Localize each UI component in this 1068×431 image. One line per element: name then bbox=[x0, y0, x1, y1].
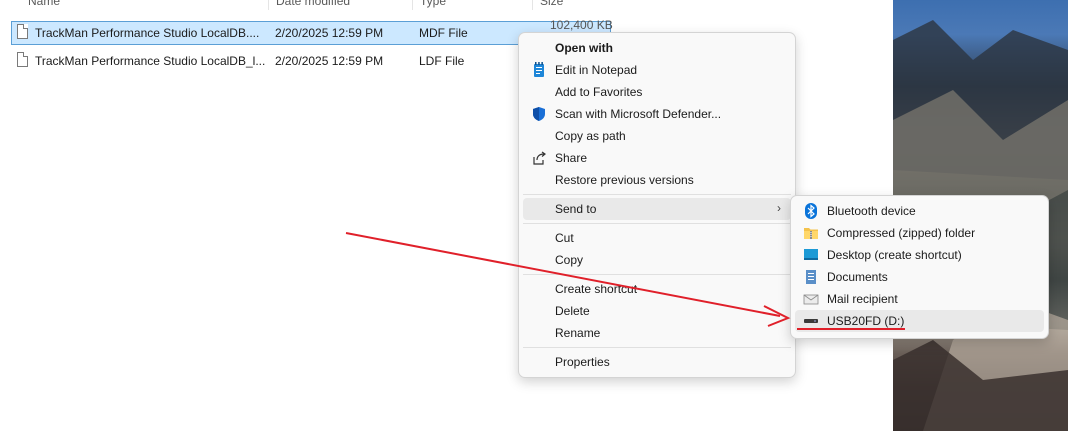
menu-label: Compressed (zipped) folder bbox=[827, 226, 976, 240]
menu-separator bbox=[523, 347, 791, 348]
documents-icon bbox=[806, 270, 816, 284]
column-name[interactable]: Name bbox=[28, 0, 60, 8]
file-icon bbox=[17, 52, 28, 67]
menu-label: Desktop (create shortcut) bbox=[827, 248, 962, 262]
desktop-icon bbox=[804, 249, 818, 260]
menu-label: Copy bbox=[555, 253, 584, 267]
file-type: LDF File bbox=[419, 54, 465, 68]
submenu-item-mail-recipient[interactable]: Mail recipient bbox=[795, 288, 1044, 310]
menu-item-cut[interactable]: Cut bbox=[523, 227, 791, 249]
bluetooth-icon bbox=[805, 203, 817, 219]
menu-item-share[interactable]: Share bbox=[523, 147, 791, 169]
menu-item-add-favorites[interactable]: Add to Favorites bbox=[523, 81, 791, 103]
menu-label: Bluetooth device bbox=[827, 204, 916, 218]
menu-separator bbox=[523, 194, 791, 195]
menu-item-scan-defender[interactable]: Scan with Microsoft Defender... bbox=[523, 103, 791, 125]
file-name: TrackMan Performance Studio LocalDB_l... bbox=[35, 54, 266, 68]
file-name: TrackMan Performance Studio LocalDB.... bbox=[35, 26, 260, 40]
menu-item-properties[interactable]: Properties bbox=[523, 351, 791, 373]
menu-label: Edit in Notepad bbox=[555, 63, 638, 77]
menu-item-edit-notepad[interactable]: Edit in Notepad bbox=[523, 59, 791, 81]
menu-label: Cut bbox=[555, 231, 574, 245]
column-divider bbox=[268, 0, 269, 10]
menu-item-send-to[interactable]: Send to › bbox=[523, 198, 791, 220]
column-header-row: Name Date modified Type Size bbox=[0, 0, 620, 12]
menu-label: Documents bbox=[827, 270, 888, 284]
menu-item-delete[interactable]: Delete bbox=[523, 300, 791, 322]
menu-item-restore-versions[interactable]: Restore previous versions bbox=[523, 169, 791, 191]
column-divider bbox=[412, 0, 413, 10]
file-date: 2/20/2025 12:59 PM bbox=[275, 54, 384, 68]
menu-label: Restore previous versions bbox=[555, 173, 694, 187]
column-divider bbox=[532, 0, 533, 10]
column-date-modified[interactable]: Date modified bbox=[276, 0, 350, 8]
menu-label: Share bbox=[555, 151, 588, 165]
menu-label: Send to bbox=[555, 202, 597, 216]
share-icon bbox=[533, 151, 547, 165]
menu-label: Create shortcut bbox=[555, 282, 638, 296]
menu-label: Add to Favorites bbox=[555, 85, 643, 99]
notepad-icon bbox=[534, 62, 544, 77]
chevron-right-icon: › bbox=[777, 201, 781, 215]
menu-separator bbox=[523, 223, 791, 224]
menu-label: Scan with Microsoft Defender... bbox=[555, 107, 722, 121]
menu-item-open-with[interactable]: Open with bbox=[523, 37, 791, 59]
menu-item-create-shortcut[interactable]: Create shortcut bbox=[523, 278, 791, 300]
file-type: MDF File bbox=[419, 26, 468, 40]
menu-label: Delete bbox=[555, 304, 590, 318]
menu-item-rename[interactable]: Rename bbox=[523, 322, 791, 344]
submenu-item-bluetooth[interactable]: Bluetooth device bbox=[795, 200, 1044, 222]
submenu-item-usb-drive[interactable]: USB20FD (D:) bbox=[795, 310, 1044, 332]
context-menu: Open with Edit in Notepad Add to Favorit… bbox=[518, 32, 796, 378]
submenu-item-desktop[interactable]: Desktop (create shortcut) bbox=[795, 244, 1044, 266]
file-icon bbox=[17, 24, 28, 39]
menu-item-copy-path[interactable]: Copy as path bbox=[523, 125, 791, 147]
menu-label: Properties bbox=[555, 355, 610, 369]
submenu-item-compressed-folder[interactable]: Compressed (zipped) folder bbox=[795, 222, 1044, 244]
menu-label: Mail recipient bbox=[827, 292, 898, 306]
file-size: 102,400 KB bbox=[550, 18, 613, 32]
submenu-item-documents[interactable]: Documents bbox=[795, 266, 1044, 288]
file-date: 2/20/2025 12:59 PM bbox=[275, 26, 384, 40]
usb-drive-icon bbox=[804, 319, 818, 323]
defender-shield-icon bbox=[533, 107, 545, 121]
menu-label: USB20FD (D:) bbox=[827, 314, 905, 328]
column-size[interactable]: Size bbox=[540, 0, 563, 8]
menu-separator bbox=[523, 274, 791, 275]
menu-item-copy[interactable]: Copy bbox=[523, 249, 791, 271]
send-to-submenu: Bluetooth device Compressed (zipped) fol… bbox=[790, 195, 1049, 339]
column-type[interactable]: Type bbox=[420, 0, 446, 8]
menu-label: Open with bbox=[555, 41, 613, 55]
mail-icon bbox=[803, 294, 819, 305]
menu-label: Copy as path bbox=[555, 129, 626, 143]
menu-label: Rename bbox=[555, 326, 601, 340]
zip-folder-icon bbox=[804, 228, 818, 239]
